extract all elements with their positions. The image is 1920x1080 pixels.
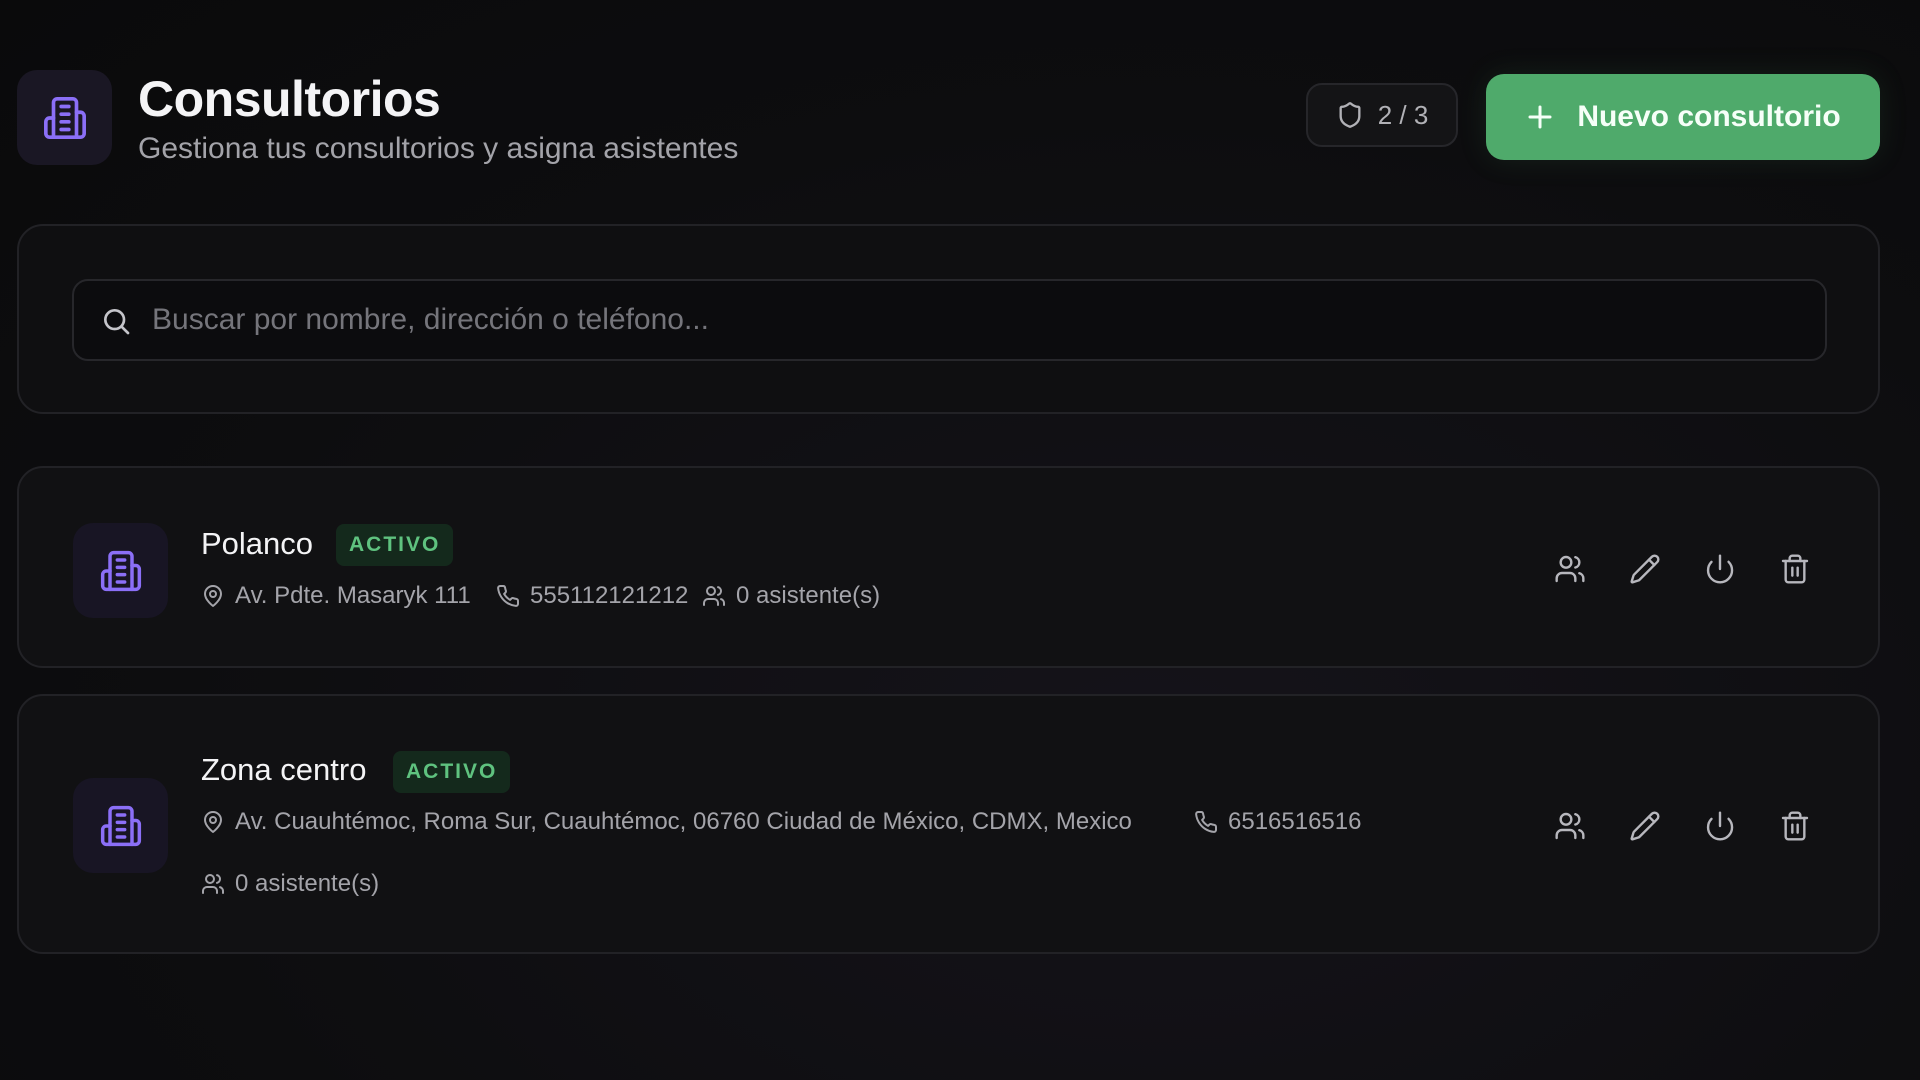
trash-icon <box>1779 553 1811 585</box>
pencil-icon <box>1629 810 1661 842</box>
users-icon <box>702 584 726 608</box>
users-icon <box>1554 553 1586 585</box>
new-office-button-label: Nuevo consultorio <box>1577 100 1841 133</box>
quota-badge: 2 / 3 <box>1306 83 1458 147</box>
office-assistants-text: 0 asistente(s) <box>235 870 380 897</box>
office-assistants-text: 0 asistente(s) <box>736 582 881 609</box>
office-card-polanco: Polanco ACTIVO Av. Pdte. Masaryk 111 555… <box>17 466 1880 668</box>
delete-button[interactable] <box>1770 544 1820 594</box>
map-pin-icon <box>201 584 225 608</box>
search-card <box>17 224 1880 414</box>
search-box <box>72 279 1827 361</box>
users-icon <box>1554 810 1586 842</box>
edit-button[interactable] <box>1620 544 1670 594</box>
users-icon <box>201 872 225 896</box>
phone-icon <box>496 584 520 608</box>
quota-text: 2 / 3 <box>1377 99 1429 130</box>
office-assistants: 0 asistente(s) <box>702 582 880 610</box>
office-phone: 6516516516 <box>1194 808 1361 836</box>
office-phone: 555112121212 <box>496 582 688 610</box>
assign-assistants-button[interactable] <box>1545 544 1595 594</box>
power-icon <box>1704 553 1736 585</box>
office-address: Av. Pdte. Masaryk 111 <box>201 582 471 610</box>
pencil-icon <box>1629 553 1661 585</box>
status-badge: ACTIVO <box>393 751 511 793</box>
office-address-text: Av. Pdte. Masaryk 111 <box>235 582 471 609</box>
power-icon <box>1704 810 1736 842</box>
page-subtitle: Gestiona tus consultorios y asigna asist… <box>138 132 739 165</box>
building-icon <box>17 70 112 165</box>
office-phone-text: 555112121212 <box>530 582 689 609</box>
toggle-active-button[interactable] <box>1695 801 1745 851</box>
delete-button[interactable] <box>1770 801 1820 851</box>
map-pin-icon <box>201 810 225 834</box>
trash-icon <box>1779 810 1811 842</box>
assign-assistants-button[interactable] <box>1545 801 1595 851</box>
office-address-text: Av. Cuauhtémoc, Roma Sur, Cuauhtémoc, 06… <box>235 808 1132 835</box>
plus-icon <box>1525 102 1555 132</box>
toggle-active-button[interactable] <box>1695 544 1745 594</box>
search-input[interactable] <box>152 281 1802 359</box>
office-address: Av. Cuauhtémoc, Roma Sur, Cuauhtémoc, 06… <box>201 808 1132 836</box>
building-icon <box>73 523 168 618</box>
building-icon <box>73 778 168 873</box>
office-actions <box>1545 801 1845 851</box>
page-title: Consultorios <box>138 71 441 127</box>
office-name: Zona centro <box>201 752 367 787</box>
office-phone-text: 6516516516 <box>1228 808 1362 835</box>
phone-icon <box>1194 810 1218 834</box>
office-assistants: 0 asistente(s) <box>201 870 379 898</box>
page: Consultorios Gestiona tus consultorios y… <box>0 0 1920 1080</box>
status-badge: ACTIVO <box>336 524 454 566</box>
edit-button[interactable] <box>1620 801 1670 851</box>
office-name: Polanco <box>201 526 314 561</box>
office-actions <box>1545 544 1845 594</box>
new-office-button[interactable]: Nuevo consultorio <box>1486 74 1880 160</box>
page-header: Consultorios Gestiona tus consultorios y… <box>17 70 1880 170</box>
shield-icon <box>1336 101 1364 129</box>
search-icon <box>100 305 132 337</box>
office-card-zona-centro: Zona centro ACTIVO Av. Cuauhtémoc, Roma … <box>17 694 1880 954</box>
